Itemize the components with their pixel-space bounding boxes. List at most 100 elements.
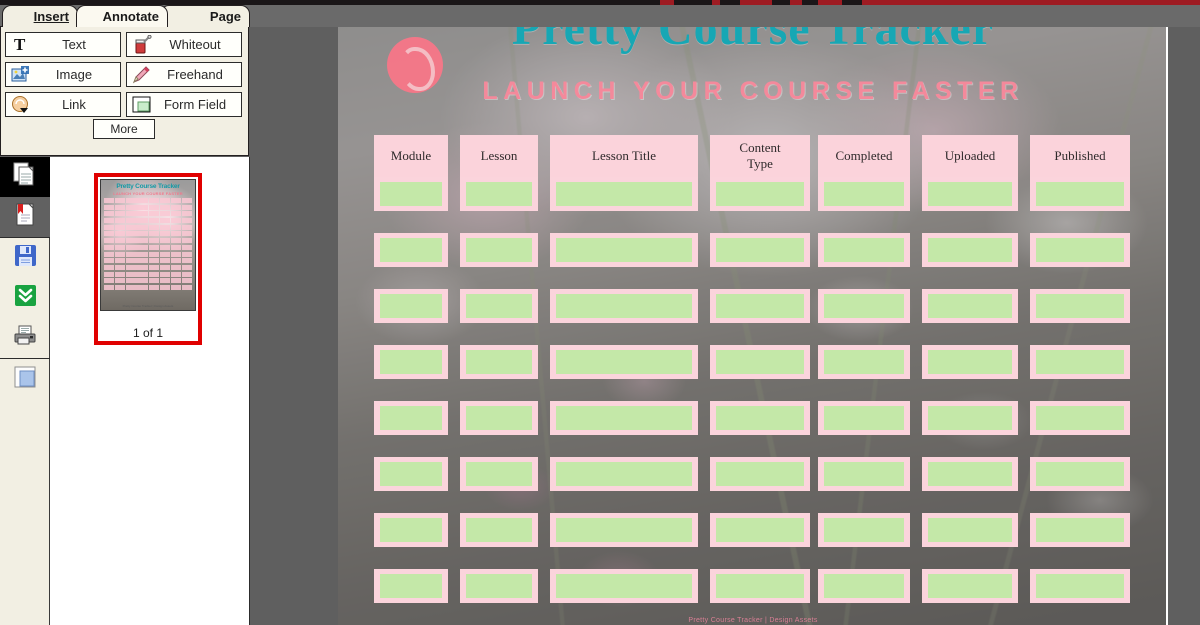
form-field-input[interactable] — [380, 574, 442, 598]
form-field-input[interactable] — [824, 462, 904, 486]
form-field-uploaded[interactable] — [922, 569, 1018, 603]
form-field-input[interactable] — [556, 182, 692, 206]
tab-insert[interactable]: Insert — [2, 5, 78, 27]
form-field-content-type[interactable] — [710, 457, 810, 491]
form-field-input[interactable] — [716, 574, 804, 598]
form-field-input[interactable] — [1036, 406, 1124, 430]
form-field-lesson-title[interactable] — [550, 513, 698, 547]
image-tool-button[interactable]: Image — [5, 62, 121, 87]
form-field-input[interactable] — [824, 294, 904, 318]
form-field-input[interactable] — [556, 294, 692, 318]
form-field-input[interactable] — [380, 294, 442, 318]
form-field-uploaded[interactable] — [922, 177, 1018, 211]
form-field-input[interactable] — [380, 350, 442, 374]
form-field-completed[interactable] — [818, 177, 910, 211]
form-field-lesson[interactable] — [460, 569, 538, 603]
form-field-lesson-title[interactable] — [550, 177, 698, 211]
form-field-uploaded[interactable] — [922, 401, 1018, 435]
form-field-input[interactable] — [380, 462, 442, 486]
form-field-module[interactable] — [374, 233, 448, 267]
form-field-uploaded[interactable] — [922, 345, 1018, 379]
form-field-input[interactable] — [556, 238, 692, 262]
form-field-input[interactable] — [556, 350, 692, 374]
rail-item-bookmarks[interactable] — [0, 197, 50, 237]
form-field-input[interactable] — [716, 350, 804, 374]
form-field-content-type[interactable] — [710, 289, 810, 323]
form-field-input[interactable] — [928, 574, 1012, 598]
freehand-tool-button[interactable]: Freehand — [126, 62, 242, 87]
form-field-input[interactable] — [466, 350, 532, 374]
rail-item-save[interactable] — [0, 238, 50, 278]
form-field-published[interactable] — [1030, 233, 1130, 267]
form-field-uploaded[interactable] — [922, 513, 1018, 547]
form-field-uploaded[interactable] — [922, 457, 1018, 491]
form-field-input[interactable] — [380, 238, 442, 262]
rail-item-print[interactable] — [0, 318, 50, 358]
form-field-published[interactable] — [1030, 177, 1130, 211]
more-tools-button[interactable]: More — [93, 119, 155, 139]
link-tool-button[interactable]: Link — [5, 92, 121, 117]
form-field-input[interactable] — [380, 182, 442, 206]
form-field-input[interactable] — [380, 406, 442, 430]
form-field-lesson-title[interactable] — [550, 233, 698, 267]
form-field-input[interactable] — [824, 406, 904, 430]
form-field-lesson[interactable] — [460, 233, 538, 267]
form-field-input[interactable] — [928, 238, 1012, 262]
form-field-input[interactable] — [824, 238, 904, 262]
form-field-published[interactable] — [1030, 513, 1130, 547]
form-field-lesson[interactable] — [460, 289, 538, 323]
tab-page[interactable]: Page — [160, 5, 250, 27]
form-field-input[interactable] — [556, 518, 692, 542]
form-field-content-type[interactable] — [710, 569, 810, 603]
form-field-content-type[interactable] — [710, 345, 810, 379]
form-field-uploaded[interactable] — [922, 289, 1018, 323]
form-field-lesson[interactable] — [460, 457, 538, 491]
form-field-input[interactable] — [1036, 574, 1124, 598]
page-thumbnail-1[interactable]: Pretty Course Tracker LAUNCH YOUR COURSE… — [94, 173, 202, 345]
tab-annotate[interactable]: Annotate — [76, 5, 168, 27]
form-field-content-type[interactable] — [710, 401, 810, 435]
form-field-content-type[interactable] — [710, 177, 810, 211]
form-field-completed[interactable] — [818, 513, 910, 547]
form-field-input[interactable] — [928, 406, 1012, 430]
form-field-module[interactable] — [374, 457, 448, 491]
form-field-input[interactable] — [824, 350, 904, 374]
rail-item-download[interactable] — [0, 278, 50, 318]
form-field-published[interactable] — [1030, 401, 1130, 435]
form-field-input[interactable] — [1036, 518, 1124, 542]
form-field-content-type[interactable] — [710, 513, 810, 547]
rail-item-properties[interactable] — [0, 359, 50, 399]
form-field-input[interactable] — [380, 518, 442, 542]
form-field-input[interactable] — [1036, 294, 1124, 318]
form-field-lesson-title[interactable] — [550, 569, 698, 603]
form-field-input[interactable] — [466, 518, 532, 542]
form-field-uploaded[interactable] — [922, 233, 1018, 267]
form-field-published[interactable] — [1030, 345, 1130, 379]
document-page[interactable]: Pretty Course Tracker LAUNCH YOUR COURSE… — [338, 27, 1168, 625]
form-field-input[interactable] — [1036, 182, 1124, 206]
form-field-completed[interactable] — [818, 233, 910, 267]
whiteout-tool-button[interactable]: Whiteout — [126, 32, 242, 57]
form-field-published[interactable] — [1030, 457, 1130, 491]
form-field-input[interactable] — [1036, 462, 1124, 486]
form-field-input[interactable] — [716, 182, 804, 206]
form-field-module[interactable] — [374, 401, 448, 435]
form-field-lesson-title[interactable] — [550, 289, 698, 323]
document-viewer[interactable]: Pretty Course Tracker LAUNCH YOUR COURSE… — [250, 27, 1200, 625]
form-field-content-type[interactable] — [710, 233, 810, 267]
form-field-lesson-title[interactable] — [550, 345, 698, 379]
form-field-input[interactable] — [1036, 350, 1124, 374]
form-field-input[interactable] — [556, 406, 692, 430]
form-field-input[interactable] — [824, 518, 904, 542]
form-field-input[interactable] — [1036, 238, 1124, 262]
form-field-input[interactable] — [466, 238, 532, 262]
form-field-input[interactable] — [556, 462, 692, 486]
form-field-lesson-title[interactable] — [550, 457, 698, 491]
form-field-input[interactable] — [928, 350, 1012, 374]
form-field-completed[interactable] — [818, 457, 910, 491]
form-field-lesson-title[interactable] — [550, 401, 698, 435]
form-field-input[interactable] — [716, 406, 804, 430]
form-field-lesson[interactable] — [460, 345, 538, 379]
form-field-tool-button[interactable]: Form Field — [126, 92, 242, 117]
form-field-module[interactable] — [374, 513, 448, 547]
